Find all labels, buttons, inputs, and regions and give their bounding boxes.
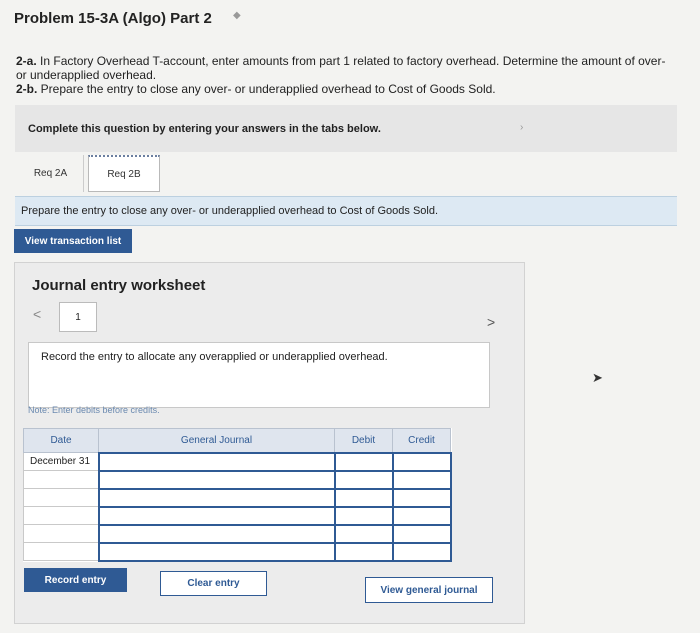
- date-cell[interactable]: [23, 524, 99, 543]
- credit-input[interactable]: [391, 505, 452, 526]
- question-2a-label: 2-a.: [16, 54, 37, 68]
- table-row: [23, 541, 452, 562]
- table-row: December 31: [23, 451, 452, 472]
- debit-input[interactable]: [333, 451, 394, 472]
- chevron-left-icon[interactable]: <: [33, 306, 41, 322]
- tab-req-2b[interactable]: Req 2B: [88, 155, 160, 192]
- debit-input[interactable]: [333, 541, 394, 562]
- question-part-2b: 2-b. Prepare the entry to close any over…: [16, 82, 676, 96]
- date-cell[interactable]: [23, 470, 99, 489]
- page-number-box[interactable]: 1: [59, 302, 97, 332]
- record-entry-button[interactable]: Record entry: [24, 568, 127, 592]
- debit-input[interactable]: [333, 523, 394, 544]
- column-header-general-journal: General Journal: [98, 428, 335, 453]
- tab-req-2a[interactable]: Req 2A: [18, 155, 84, 192]
- date-cell[interactable]: [23, 506, 99, 525]
- credit-input[interactable]: [391, 469, 452, 490]
- table-row: [23, 505, 452, 526]
- question-part-2a: 2-a. In Factory Overhead T-account, ente…: [16, 54, 676, 82]
- date-cell[interactable]: [23, 488, 99, 507]
- clear-entry-button[interactable]: Clear entry: [160, 571, 267, 596]
- instruction-text: Record the entry to allocate any overapp…: [41, 351, 388, 363]
- worksheet-title: Journal entry worksheet: [32, 277, 206, 294]
- debit-input[interactable]: [333, 505, 394, 526]
- column-header-credit: Credit: [392, 428, 451, 453]
- journal-table: Date General Journal Debit Credit Decemb…: [23, 428, 452, 562]
- view-general-journal-button[interactable]: View general journal: [365, 577, 493, 603]
- banner-text: Complete this question by entering your …: [28, 123, 381, 135]
- note-text: Note: Enter debits before credits.: [28, 405, 160, 415]
- account-input[interactable]: [97, 523, 336, 544]
- mouse-cursor-icon: ➤: [592, 370, 603, 385]
- account-input[interactable]: [97, 505, 336, 526]
- credit-input[interactable]: [391, 487, 452, 508]
- table-row: [23, 487, 452, 508]
- date-cell[interactable]: December 31: [23, 452, 99, 471]
- account-input[interactable]: [97, 451, 336, 472]
- question-text: 2-a. In Factory Overhead T-account, ente…: [16, 54, 676, 96]
- page-title: Problem 15-3A (Algo) Part 2: [14, 10, 212, 27]
- date-cell[interactable]: [23, 542, 99, 561]
- chevron-right-icon: ›: [520, 122, 524, 133]
- debit-input[interactable]: [333, 469, 394, 490]
- account-input[interactable]: [97, 541, 336, 562]
- prompt-text: Prepare the entry to close any over- or …: [21, 205, 439, 217]
- question-2b-label: 2-b.: [16, 82, 38, 96]
- chevron-right-nav-icon[interactable]: >: [487, 314, 495, 330]
- question-2a-text: In Factory Overhead T-account, enter amo…: [16, 54, 666, 82]
- credit-input[interactable]: [391, 523, 452, 544]
- debit-input[interactable]: [333, 487, 394, 508]
- table-row: [23, 523, 452, 544]
- column-header-date: Date: [23, 428, 99, 453]
- credit-input[interactable]: [391, 451, 452, 472]
- table-row: [23, 469, 452, 490]
- account-input[interactable]: [97, 469, 336, 490]
- column-header-debit: Debit: [334, 428, 393, 453]
- account-input[interactable]: [97, 487, 336, 508]
- credit-input[interactable]: [391, 541, 452, 562]
- question-2b-text: Prepare the entry to close any over- or …: [37, 82, 496, 96]
- status-dot-icon: ◆: [233, 10, 241, 21]
- view-transaction-list-button[interactable]: View transaction list: [14, 229, 132, 253]
